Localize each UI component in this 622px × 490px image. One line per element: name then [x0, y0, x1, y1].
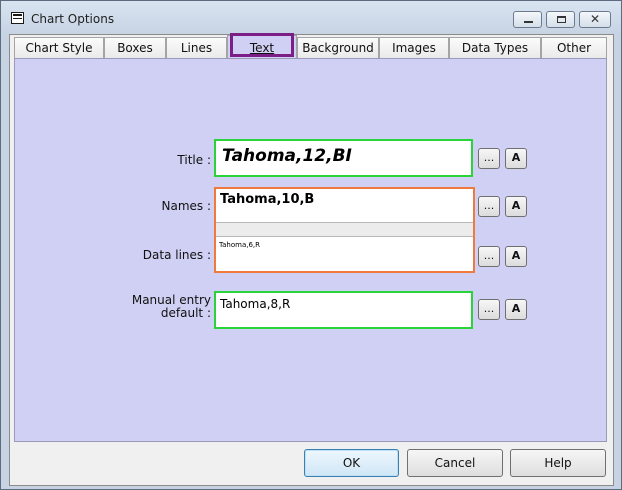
- title-bar[interactable]: Chart Options ✕: [1, 1, 621, 35]
- title-font-label: Title :: [177, 153, 211, 167]
- names-font-label: Names :: [161, 199, 211, 213]
- tab-other[interactable]: Other: [541, 37, 607, 59]
- names-datalines-group: Tahoma,10,B Tahoma,6,R: [214, 187, 475, 273]
- names-font-field[interactable]: Tahoma,10,B: [220, 192, 314, 207]
- tab-text[interactable]: Text: [227, 35, 297, 59]
- tab-lines[interactable]: Lines: [166, 37, 227, 59]
- tab-text-label: Text: [249, 41, 275, 55]
- names-font-button[interactable]: A: [505, 196, 527, 217]
- tab-data-types[interactable]: Data Types: [449, 37, 541, 59]
- text-settings-panel: Title : Tahoma,12,BI ... A Names : Tahom…: [14, 58, 607, 442]
- close-button[interactable]: ✕: [579, 11, 611, 28]
- title-font-field[interactable]: Tahoma,12,BI: [214, 139, 473, 177]
- title-browse-button[interactable]: ...: [478, 148, 500, 169]
- close-icon: ✕: [589, 12, 601, 26]
- title-font-button[interactable]: A: [505, 148, 527, 169]
- data-lines-font-label: Data lines :: [142, 248, 211, 262]
- tab-images[interactable]: Images: [379, 37, 449, 59]
- tab-background[interactable]: Background: [297, 37, 379, 59]
- chart-options-window: Chart Options ✕ Chart Style Boxes Lines …: [0, 0, 622, 490]
- minimize-button[interactable]: [513, 11, 542, 28]
- manual-entry-font-button[interactable]: A: [505, 299, 527, 320]
- manual-entry-label-line2: default :: [160, 306, 211, 320]
- names-browse-button[interactable]: ...: [478, 196, 500, 217]
- help-button[interactable]: Help: [510, 449, 606, 477]
- dialog-client-area: Chart Style Boxes Lines Text Background …: [9, 33, 614, 486]
- data-lines-font-button[interactable]: A: [505, 246, 527, 267]
- maximize-icon: [557, 16, 566, 23]
- window-title: Chart Options: [31, 12, 115, 26]
- manual-entry-font-field[interactable]: Tahoma,8,R: [214, 291, 473, 329]
- app-icon: [11, 12, 24, 24]
- maximize-button[interactable]: [546, 11, 575, 28]
- tab-boxes[interactable]: Boxes: [104, 37, 166, 59]
- data-lines-browse-button[interactable]: ...: [478, 246, 500, 267]
- group-divider: [216, 222, 473, 237]
- data-lines-font-field[interactable]: Tahoma,6,R: [219, 241, 260, 249]
- manual-entry-browse-button[interactable]: ...: [478, 299, 500, 320]
- cancel-button[interactable]: Cancel: [407, 449, 503, 477]
- minimize-icon: [524, 21, 533, 23]
- ok-button[interactable]: OK: [304, 449, 399, 477]
- tab-chart-style[interactable]: Chart Style: [14, 37, 104, 59]
